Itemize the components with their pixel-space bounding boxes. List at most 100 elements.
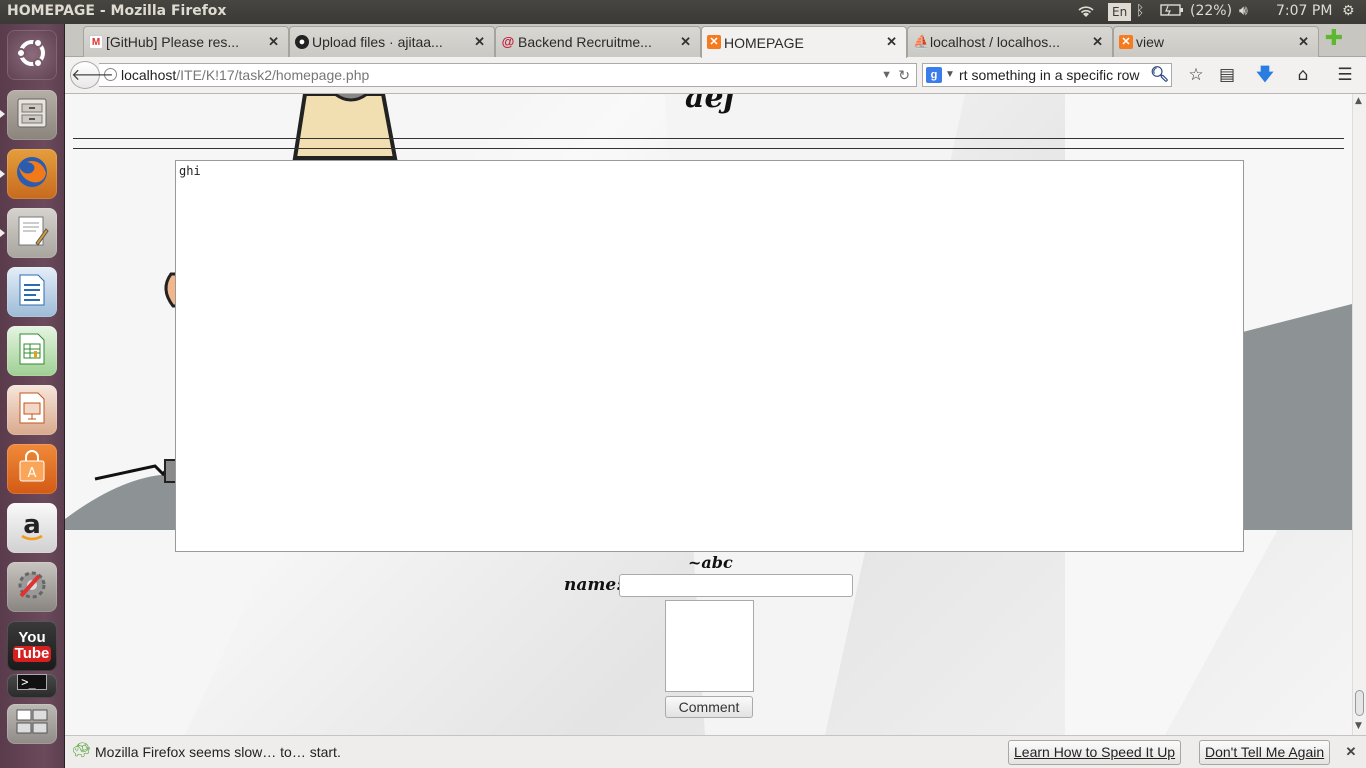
terminal-icon: >_ bbox=[17, 674, 47, 690]
impress-launcher[interactable] bbox=[7, 385, 57, 435]
launcher: A a You Tube >_ bbox=[0, 24, 65, 768]
name-label: name: bbox=[564, 575, 623, 595]
firefox-launcher[interactable] bbox=[7, 149, 57, 199]
power-gear-icon[interactable]: ⚙ bbox=[1342, 3, 1355, 19]
libreoffice-impress-icon bbox=[14, 390, 50, 430]
xampp-icon: ✕ bbox=[707, 35, 721, 49]
downloads-icon[interactable]: 🡇 bbox=[1254, 64, 1276, 86]
scrollbar-thumb[interactable] bbox=[1355, 690, 1364, 716]
navigation-toolbar: localhost/ITE/K!17/task2/homepage.php ▼ … bbox=[65, 57, 1366, 94]
scroll-down-arrow-icon[interactable]: ▼ bbox=[1355, 721, 1362, 731]
new-tab-plus-icon[interactable]: ✚ bbox=[1322, 28, 1346, 52]
software-center-launcher[interactable]: A bbox=[7, 444, 57, 494]
amazon-launcher[interactable]: a bbox=[7, 503, 57, 553]
tab-label: localhost / localhos... bbox=[930, 34, 1060, 50]
comment-textarea[interactable] bbox=[665, 600, 754, 692]
tab-close-icon[interactable]: ✕ bbox=[1092, 34, 1103, 50]
tab-phpmyadmin[interactable]: ⛵ localhost / localhos... ✕ bbox=[907, 26, 1113, 57]
tab-view[interactable]: ✕ view ✕ bbox=[1113, 26, 1319, 57]
reload-icon[interactable]: ↻ bbox=[898, 64, 910, 86]
workspace-switcher-launcher[interactable] bbox=[7, 704, 57, 744]
keyboard-layout-indicator[interactable]: En bbox=[1108, 3, 1132, 21]
youtube-launcher[interactable]: You Tube bbox=[7, 621, 57, 671]
window-title: HOMEPAGE - Mozilla Firefox bbox=[7, 3, 227, 19]
amazon-icon: a bbox=[14, 508, 50, 548]
page-heading: aej bbox=[685, 94, 735, 115]
svg-text:A: A bbox=[28, 466, 37, 481]
terminal-launcher[interactable]: >_ bbox=[7, 674, 57, 698]
tab-close-icon[interactable]: ✕ bbox=[268, 34, 279, 50]
phpmyadmin-icon: ⛵ bbox=[913, 34, 930, 49]
system-settings-launcher[interactable] bbox=[7, 562, 57, 612]
tab-github-notification[interactable]: M [GitHub] Please res... ✕ bbox=[83, 26, 289, 57]
tab-strip: M [GitHub] Please res... ✕ ● Upload file… bbox=[65, 24, 1366, 58]
tab-close-icon[interactable]: ✕ bbox=[1298, 34, 1309, 50]
bluetooth-icon[interactable]: ᛒ bbox=[1136, 3, 1144, 19]
name-input[interactable] bbox=[619, 574, 853, 597]
text-editor-icon bbox=[14, 213, 50, 253]
comment-button[interactable]: Comment bbox=[665, 696, 753, 718]
bookmarks-menu-icon[interactable]: ▤ bbox=[1216, 64, 1238, 86]
back-button[interactable]: 🡐 bbox=[70, 61, 114, 89]
shopping-bag-icon: A bbox=[14, 449, 50, 489]
youtube-label-bottom: Tube bbox=[12, 645, 52, 662]
tab-upload-files[interactable]: ● Upload files · ajitaa... ✕ bbox=[289, 26, 495, 57]
tab-close-icon[interactable]: ✕ bbox=[474, 34, 485, 50]
dash-home-button[interactable] bbox=[7, 30, 57, 80]
libreoffice-writer-icon bbox=[14, 272, 50, 312]
wifi-icon[interactable] bbox=[1076, 3, 1096, 23]
bookmark-star-icon[interactable]: ☆ bbox=[1185, 64, 1207, 86]
tab-label: HOMEPAGE bbox=[724, 34, 804, 51]
youtube-label-top: You bbox=[18, 629, 46, 646]
libreoffice-calc-icon bbox=[14, 331, 50, 371]
notification-message: Mozilla Firefox seems slow… to… start. bbox=[95, 744, 341, 760]
calc-launcher[interactable] bbox=[7, 326, 57, 376]
battery-icon[interactable] bbox=[1160, 3, 1184, 21]
search-input-value: rt something in a specific row bbox=[959, 67, 1140, 83]
url-dropdown-icon[interactable]: ▼ bbox=[881, 64, 892, 86]
url-path: /ITE/K!17/task2/homepage.php bbox=[176, 67, 370, 83]
tab-label: Upload files · ajitaa... bbox=[312, 34, 443, 50]
tab-label: [GitHub] Please res... bbox=[106, 34, 240, 50]
url-bar[interactable]: localhost/ITE/K!17/task2/homepage.php ▼ … bbox=[99, 63, 917, 87]
settings-wrench-icon bbox=[13, 566, 51, 608]
tab-label: view bbox=[1136, 34, 1165, 50]
writer-launcher[interactable] bbox=[7, 267, 57, 317]
github-icon: ● bbox=[295, 35, 309, 49]
file-cabinet-icon bbox=[14, 95, 50, 135]
notification-close-icon[interactable]: ✕ bbox=[1342, 743, 1360, 761]
firefox-icon bbox=[13, 153, 51, 195]
search-magnifier-icon[interactable]: 🔍︎ bbox=[1147, 64, 1169, 86]
tab-label: Backend Recruitme... bbox=[518, 34, 652, 50]
svg-text:a: a bbox=[23, 510, 41, 540]
files-launcher[interactable] bbox=[7, 90, 57, 140]
debian-icon: @ bbox=[501, 34, 515, 49]
divider-top bbox=[73, 138, 1344, 139]
scroll-up-arrow-icon[interactable]: ▲ bbox=[1355, 96, 1362, 106]
notification-bar: 🐢︎ Mozilla Firefox seems slow… to… start… bbox=[65, 735, 1366, 768]
ubuntu-logo-icon bbox=[14, 35, 50, 75]
top-panel: HOMEPAGE - Mozilla Firefox En ᛒ (22%) 🔊︎… bbox=[0, 0, 1366, 24]
tab-homepage[interactable]: ✕ HOMEPAGE ✕ bbox=[701, 26, 907, 58]
page-scrollbar[interactable]: ▲ ▼ bbox=[1352, 94, 1366, 735]
volume-icon[interactable]: 🔊︎ bbox=[1239, 3, 1248, 19]
search-engine-dropdown-icon[interactable]: ▼ bbox=[945, 64, 955, 86]
clock[interactable]: 7:07 PM bbox=[1276, 3, 1332, 19]
xampp-icon: ✕ bbox=[1119, 35, 1133, 49]
terminal-prompt: >_ bbox=[17, 674, 47, 690]
dont-tell-again-button[interactable]: Don't Tell Me Again bbox=[1199, 740, 1331, 765]
text-editor-launcher[interactable] bbox=[7, 208, 57, 258]
learn-speed-up-button[interactable]: Learn How to Speed It Up bbox=[1008, 740, 1182, 765]
home-icon[interactable]: ⌂ bbox=[1292, 64, 1314, 86]
hamburger-menu-icon[interactable]: ☰ bbox=[1334, 64, 1356, 86]
author-signature: ~abc bbox=[688, 553, 733, 572]
tab-close-icon[interactable]: ✕ bbox=[886, 34, 897, 50]
google-search-engine-icon[interactable]: g bbox=[926, 67, 942, 83]
url-host: localhost bbox=[121, 67, 177, 83]
search-bar[interactable]: g ▼ rt something in a specific row 🔍︎ bbox=[922, 63, 1172, 87]
tab-close-icon[interactable]: ✕ bbox=[680, 34, 691, 50]
content-textarea[interactable]: ghi bbox=[175, 160, 1244, 552]
workspace-icon bbox=[14, 707, 50, 741]
tab-backend-recruitment[interactable]: @ Backend Recruitme... ✕ bbox=[495, 26, 701, 57]
gmail-icon: M bbox=[89, 35, 103, 49]
